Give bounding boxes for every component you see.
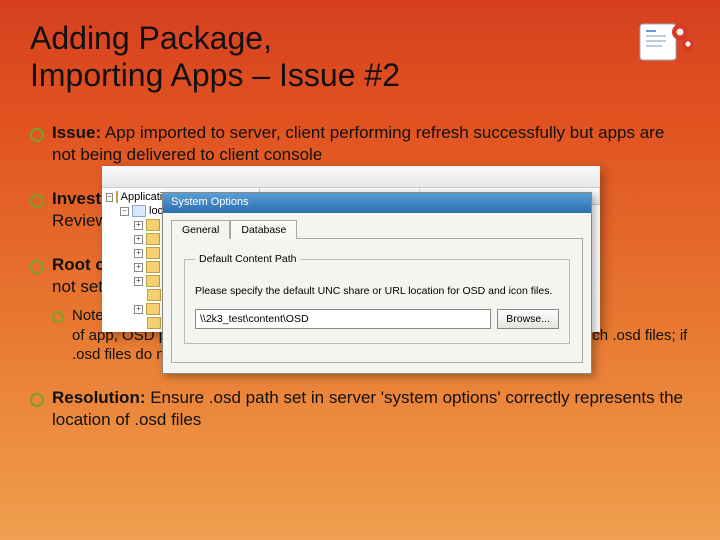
folder-icon	[147, 289, 161, 301]
server-icon	[132, 205, 146, 217]
mmc-toolbar	[102, 166, 600, 188]
folder-icon	[146, 219, 160, 231]
expand-icon[interactable]: +	[134, 235, 143, 244]
expand-icon[interactable]: +	[134, 221, 143, 230]
app-logo-icon	[638, 18, 698, 66]
page-title: Adding Package, Importing Apps – Issue #…	[30, 20, 690, 94]
folder-icon	[146, 233, 160, 245]
tab-database[interactable]: Database	[230, 220, 297, 239]
dialog-title: System Options	[163, 193, 591, 213]
browse-button[interactable]: Browse...	[497, 309, 559, 329]
expand-icon[interactable]: +	[134, 277, 143, 286]
folder-icon	[146, 275, 160, 287]
content-path-input[interactable]	[195, 309, 491, 329]
bullet-label: Resolution:	[52, 388, 146, 407]
folder-icon	[116, 191, 118, 203]
folder-icon	[146, 303, 160, 315]
collapse-icon[interactable]: −	[106, 193, 113, 202]
expand-icon[interactable]: +	[134, 249, 143, 258]
folder-icon	[146, 247, 160, 259]
system-options-dialog: System Options General Database Default …	[162, 192, 592, 374]
expand-icon[interactable]: +	[134, 305, 143, 314]
bullet-label: Issue:	[52, 123, 101, 142]
group-legend: Default Content Path	[195, 253, 300, 265]
bullet-text: App imported to server, client performin…	[52, 123, 664, 164]
folder-icon	[146, 261, 160, 273]
tab-body: Default Content Path Please specify the …	[171, 238, 583, 363]
tab-general[interactable]: General	[171, 220, 230, 239]
bullet-resolution: Resolution: Ensure .osd path set in serv…	[30, 387, 690, 431]
expand-icon[interactable]: +	[134, 263, 143, 272]
folder-icon	[147, 317, 161, 329]
group-description: Please specify the default UNC share or …	[195, 285, 559, 297]
collapse-icon[interactable]: −	[120, 207, 129, 216]
mmc-window: − Application Virtualization Systems − l…	[102, 166, 600, 332]
tabstrip: General Database	[163, 213, 591, 238]
default-content-path-group: Default Content Path Please specify the …	[184, 253, 570, 344]
bullet-text: Ensure .osd path set in server 'system o…	[52, 388, 683, 429]
bullet-issue: Issue: App imported to server, client pe…	[30, 122, 690, 166]
